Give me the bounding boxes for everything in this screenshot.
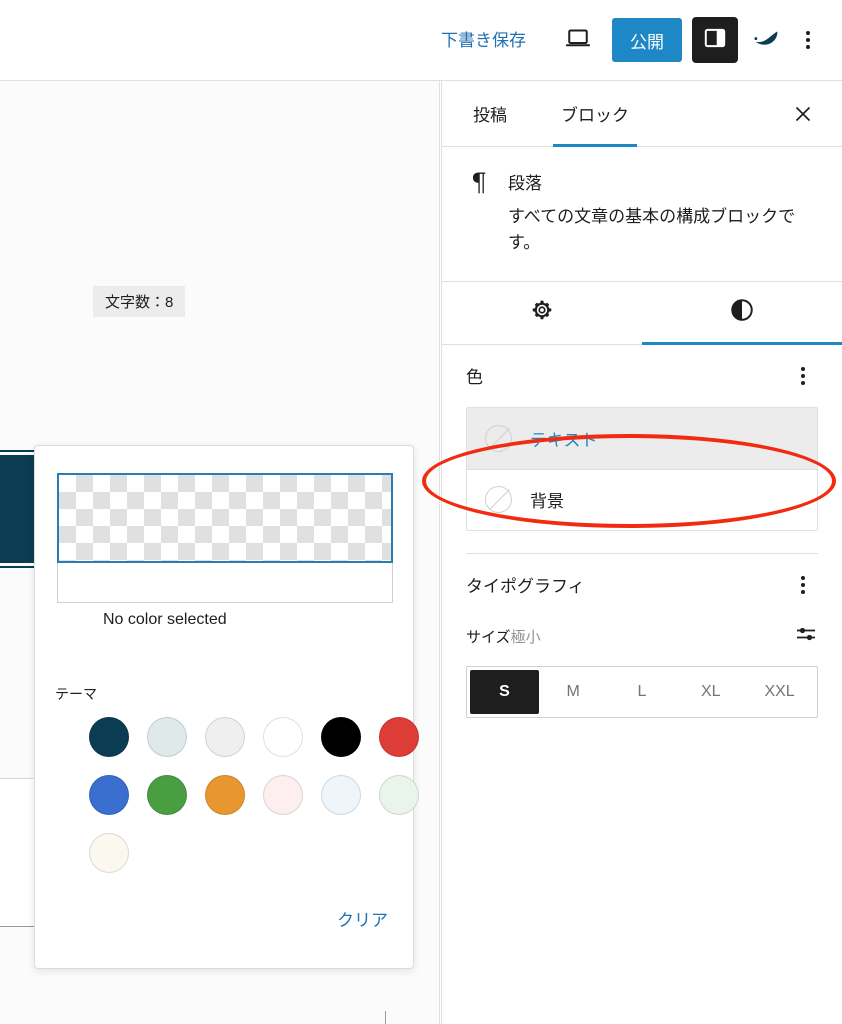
font-size-label-row: サイズ極小	[466, 620, 818, 654]
tab-post[interactable]: 投稿	[465, 81, 515, 146]
theme-palette-label: テーマ	[55, 686, 97, 702]
top-bar-actions: 下書き保存 公開	[431, 0, 828, 80]
paragraph-pilcrow-icon: ¶	[471, 168, 487, 197]
swatch-black[interactable]	[321, 717, 361, 757]
settings-sidebar-toggle[interactable]	[692, 17, 738, 63]
editor-root: 下書き保存 公開 文字数：8 No color selected テーマ クリア…	[0, 0, 842, 1024]
close-sidebar-button[interactable]	[786, 97, 820, 131]
sliders-icon	[794, 628, 818, 650]
swatch-pale-blue[interactable]	[321, 775, 361, 815]
preview-button[interactable]	[554, 16, 602, 64]
swatch-cream[interactable]	[89, 833, 129, 873]
no-color-swatch-icon	[485, 424, 512, 452]
gear-icon	[530, 298, 554, 327]
theme-swatch-grid[interactable]	[89, 717, 419, 873]
block-settings-tab-bar	[442, 282, 842, 345]
swatch-pale-pink[interactable]	[263, 775, 303, 815]
transparent-preview-swatch[interactable]	[57, 473, 393, 563]
typography-panel: タイポグラフィ サイズ極小 S M L XL XXL	[442, 554, 842, 718]
swatch-green[interactable]	[147, 775, 187, 815]
font-size-option-l[interactable]: L	[608, 670, 677, 714]
font-size-option-xxl[interactable]: XXL	[745, 670, 814, 714]
color-panel-header: 色	[466, 345, 818, 407]
swatch-dark-navy[interactable]	[89, 717, 129, 757]
kebab-menu-icon	[801, 366, 805, 385]
font-size-label-prefix: サイズ	[466, 629, 511, 647]
color-panel-title: 色	[466, 368, 483, 388]
typography-panel-header: タイポグラフィ	[466, 554, 818, 616]
sidebar-tab-bar: 投稿 ブロック	[442, 81, 842, 147]
swatch-red[interactable]	[379, 717, 419, 757]
more-options-button[interactable]	[788, 18, 828, 62]
font-size-option-s[interactable]: S	[470, 669, 539, 714]
color-row-text[interactable]: テキスト	[467, 407, 817, 469]
publish-button[interactable]: 公開	[612, 18, 682, 62]
typography-panel-options-button[interactable]	[788, 567, 818, 603]
editor-top-bar: 下書き保存 公開	[0, 0, 842, 81]
settings-sidebar: 投稿 ブロック ¶ 段落 すべての文章の基本の構成ブロックです。 色 テキスト …	[441, 81, 842, 1024]
swatch-blue[interactable]	[89, 775, 129, 815]
font-size-option-m[interactable]: M	[539, 670, 608, 714]
block-info-card: ¶ 段落 すべての文章の基本の構成ブロックです。	[442, 147, 842, 282]
color-row-background-label: 背景	[530, 492, 564, 512]
font-size-segmented-control[interactable]: S M L XL XXL	[466, 665, 818, 718]
canvas-right-border	[439, 81, 440, 1024]
color-row-text-label: テキスト	[530, 430, 598, 450]
color-picker-popover[interactable]: No color selected テーマ クリア	[34, 445, 419, 969]
jetpack-icon	[751, 23, 781, 58]
laptop-preview-icon	[563, 23, 593, 58]
contrast-styles-icon	[729, 297, 755, 328]
typography-panel-title: タイポグラフィ	[466, 577, 585, 597]
color-panel: 色 テキスト 背景	[442, 345, 842, 554]
no-color-selected-label: No color selected	[103, 611, 227, 628]
color-option-list: テキスト 背景	[466, 406, 818, 531]
canvas-vertical-line	[385, 1011, 386, 1024]
font-size-label-value: 極小	[510, 629, 541, 647]
clear-color-button[interactable]: クリア	[337, 906, 388, 931]
tab-settings[interactable]	[442, 282, 642, 344]
tab-styles[interactable]	[642, 282, 842, 345]
swatch-pale-cyan[interactable]	[147, 717, 187, 757]
close-icon	[795, 106, 811, 121]
save-draft-button[interactable]: 下書き保存	[431, 24, 536, 57]
block-description: すべての文章の基本の構成ブロックです。	[508, 207, 796, 253]
sidebar-panel-icon	[702, 25, 728, 56]
character-count-badge: 文字数：8	[93, 286, 186, 317]
swatch-orange[interactable]	[205, 775, 245, 815]
color-row-background[interactable]: 背景	[467, 468, 817, 530]
swatch-pale-green[interactable]	[379, 775, 419, 815]
kebab-menu-icon	[806, 31, 810, 49]
block-title: 段落	[508, 174, 542, 193]
color-panel-options-button[interactable]	[788, 358, 818, 394]
font-size-settings-button[interactable]	[794, 622, 818, 651]
kebab-menu-icon	[801, 575, 805, 594]
swatch-white[interactable]	[263, 717, 303, 757]
jetpack-button[interactable]	[744, 18, 788, 62]
no-color-swatch-icon	[485, 486, 512, 514]
swatch-light-grey[interactable]	[205, 717, 245, 757]
font-size-option-xl[interactable]: XL	[676, 670, 745, 714]
font-size-label: サイズ極小	[466, 626, 541, 647]
tab-block[interactable]: ブロック	[553, 81, 637, 147]
